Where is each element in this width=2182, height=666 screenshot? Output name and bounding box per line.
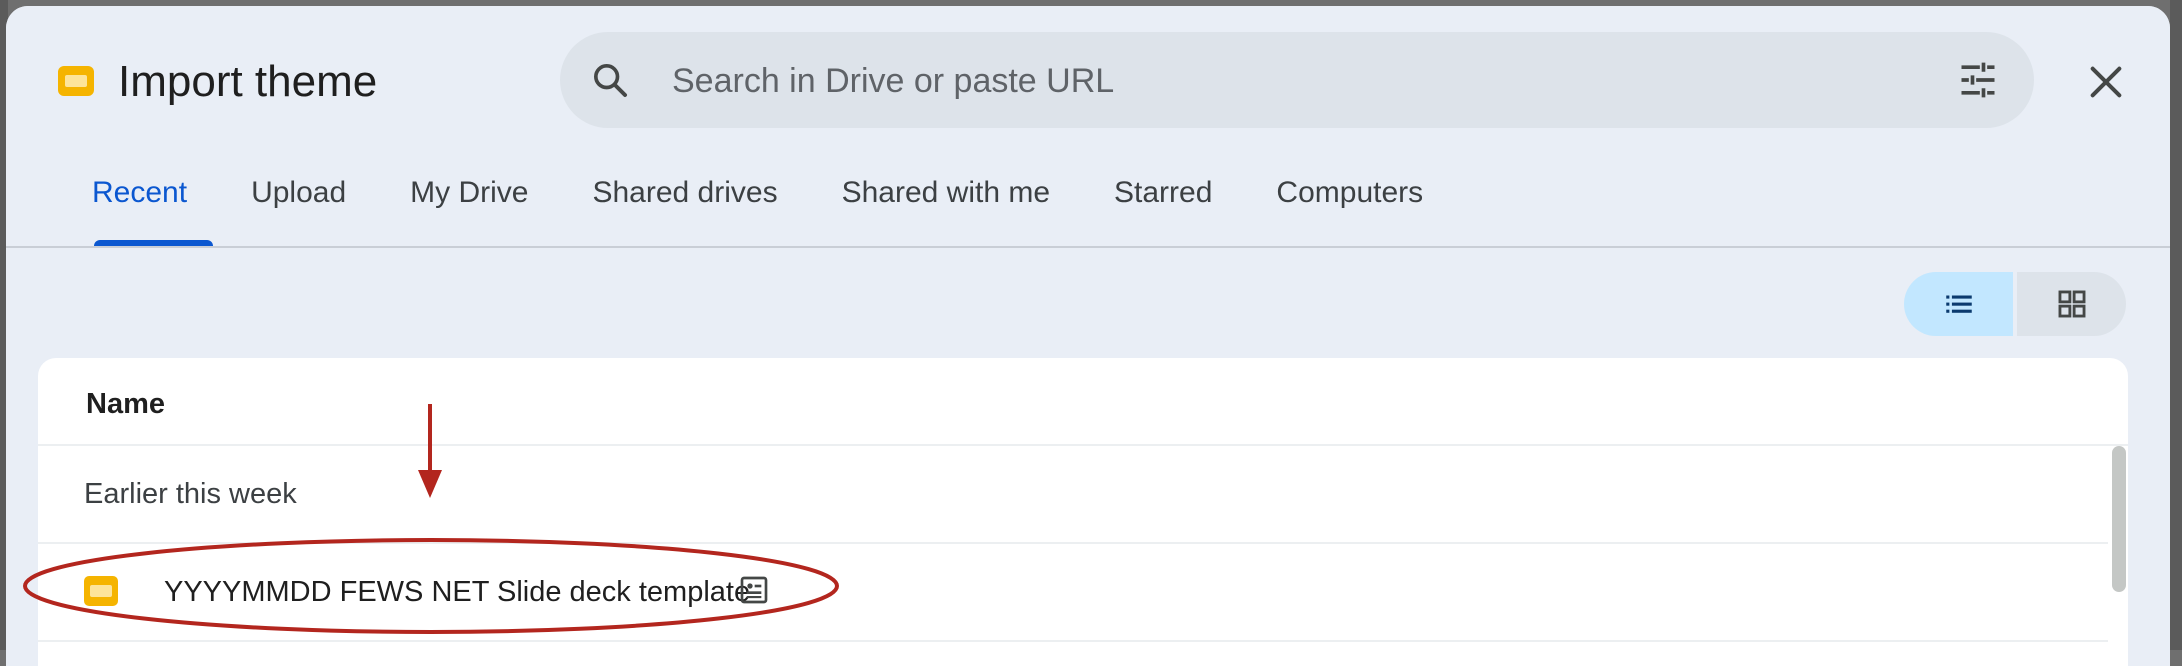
grid-view-button[interactable] (2017, 272, 2126, 336)
grid-view-icon (2058, 290, 2085, 318)
tab-label: Recent (92, 176, 188, 209)
file-name: YYYYMMDD FEWS NET Slide deck template (164, 576, 751, 608)
group-label: Earlier this week (84, 478, 297, 510)
tab-label: My Drive (410, 176, 529, 209)
source-tabs: Recent Upload My Drive Shared drives Sha… (64, 178, 1455, 246)
dialog-header: Import theme Search in Drive or paste UR… (6, 6, 2170, 248)
scrollbar-thumb[interactable] (2112, 446, 2126, 592)
import-theme-dialog: Import theme Search in Drive or paste UR… (6, 6, 2170, 666)
tab-starred[interactable]: Starred (1082, 178, 1244, 246)
dialog-title: Import theme (118, 57, 378, 106)
google-slides-icon (58, 66, 94, 96)
template-icon (740, 576, 768, 604)
tab-computers[interactable]: Computers (1244, 178, 1455, 246)
active-tab-indicator (94, 240, 214, 246)
tab-label: Shared drives (592, 176, 778, 209)
tab-label: Shared with me (841, 176, 1051, 209)
tab-label: Computers (1276, 176, 1424, 209)
tab-shared-with-me[interactable]: Shared with me (810, 178, 1082, 246)
search-icon[interactable] (590, 60, 630, 100)
google-slides-icon (84, 576, 118, 606)
tab-label: Starred (1114, 176, 1213, 209)
tab-shared-drives[interactable]: Shared drives (560, 178, 809, 246)
tab-upload[interactable]: Upload (219, 178, 378, 246)
page-backdrop-right (2170, 0, 2182, 650)
file-list-panel: Name Earlier this week YYYYMMDD FEWS NET… (38, 358, 2128, 666)
list-view-icon (1945, 295, 1972, 313)
tab-my-drive[interactable]: My Drive (378, 178, 560, 246)
close-icon[interactable] (2086, 62, 2126, 102)
tab-label: Upload (251, 176, 347, 209)
list-view-button[interactable] (1904, 272, 2013, 336)
name-column-header[interactable]: Name (38, 358, 2128, 446)
file-row[interactable]: YYYYMMDD FEWS NET Slide deck template (38, 544, 2108, 642)
search-bar[interactable] (560, 32, 2034, 130)
tab-recent[interactable]: Recent (64, 178, 219, 246)
tune-icon[interactable] (1956, 58, 2000, 102)
date-group-header: Earlier this week (38, 446, 2108, 544)
search-input[interactable] (670, 32, 1914, 130)
view-toggle (1904, 272, 2126, 336)
column-header-label: Name (86, 388, 165, 420)
